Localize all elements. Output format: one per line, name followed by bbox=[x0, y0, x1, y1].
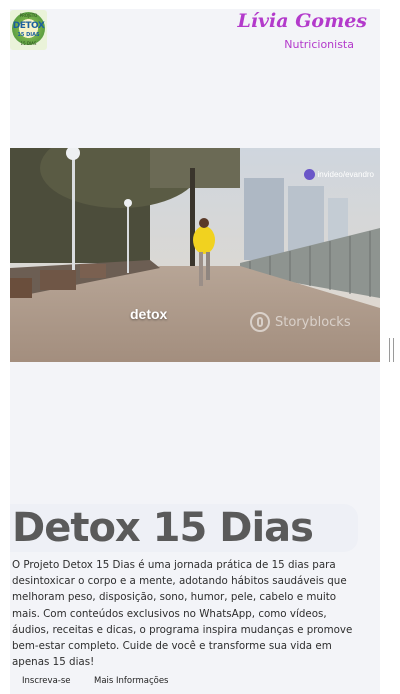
logo-sub-text: 15 DIAS bbox=[17, 32, 40, 38]
video-credit: invideo/evandro bbox=[303, 169, 374, 180]
logo-main-text: DETOX bbox=[12, 21, 45, 31]
subscribe-link[interactable]: Inscreva-se bbox=[22, 676, 94, 686]
brand-name: Lívia Gomes bbox=[237, 10, 367, 32]
storyblocks-icon bbox=[250, 312, 270, 332]
project-description: O Projeto Detox 15 Dias é uma jornada pr… bbox=[12, 559, 353, 669]
video-player[interactable]: invideo/evandro detox Storyblocks bbox=[10, 148, 380, 362]
watermark-text: Storyblocks bbox=[275, 314, 351, 330]
page-title: Detox 15 Dias bbox=[12, 505, 314, 551]
video-credit-text: invideo/evandro bbox=[317, 170, 374, 179]
project-logo[interactable]: PROJETO DETOX 15 DIAS 15 DIAS bbox=[10, 10, 47, 50]
more-info-link[interactable]: Mais Informações bbox=[94, 676, 169, 686]
invideo-icon bbox=[303, 169, 315, 180]
logo-top-text: PROJETO bbox=[19, 13, 38, 18]
brand-role: Nutricionista bbox=[284, 38, 354, 51]
video-caption: detox bbox=[130, 306, 168, 322]
scroll-handle[interactable] bbox=[389, 338, 394, 362]
video-watermark: Storyblocks bbox=[250, 312, 351, 332]
header: PROJETO DETOX 15 DIAS 15 DIAS Lívia Gome… bbox=[10, 9, 380, 54]
action-links: Inscreva-se Mais Informações bbox=[22, 676, 169, 686]
logo-bottom-text: 15 DIAS bbox=[20, 41, 37, 46]
